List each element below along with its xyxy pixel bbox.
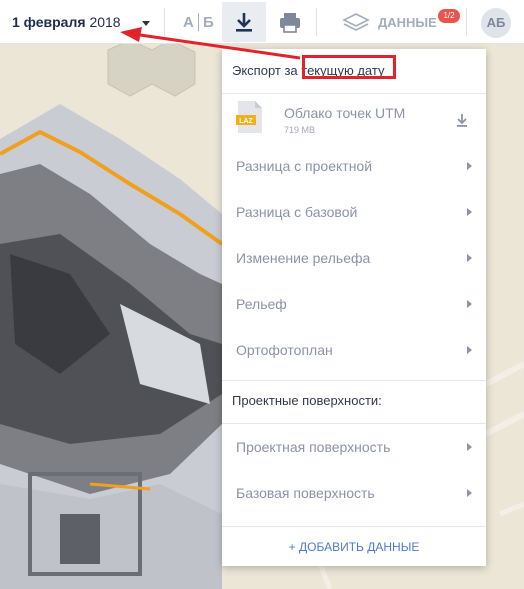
download-icon [457, 114, 467, 127]
menu-divider [222, 423, 486, 424]
menu-item-diff-project[interactable]: Разница с проектной [222, 147, 486, 185]
download-button[interactable] [222, 2, 266, 42]
download-icon [236, 13, 252, 32]
menu-item-label: Ортофотоплан [236, 342, 333, 358]
menu-item-label: Разница с базовой [236, 204, 358, 220]
user-avatar[interactable]: АБ [481, 8, 511, 38]
menu-item-relief-change[interactable]: Изменение рельефа [222, 239, 486, 277]
layers-icon [342, 13, 370, 31]
chevron-right-icon [467, 300, 472, 308]
current-date: 1 февраля 2018 [12, 14, 121, 30]
print-button[interactable] [270, 2, 310, 42]
laz-file-icon: LAZ [236, 101, 262, 133]
toolbar-divider [466, 8, 467, 36]
menu-divider [222, 526, 486, 527]
add-data-label: + ДОБАВИТЬ ДАННЫЕ [288, 540, 420, 554]
menu-item-relief[interactable]: Рельеф [222, 285, 486, 323]
compare-ab-button[interactable]: А Б [176, 8, 220, 36]
menu-item-label: Разница с проектной [236, 158, 373, 174]
project-surfaces-heading: Проектные поверхности: [232, 393, 382, 408]
export-dropdown: Экспорт за текущую дату LAZ Облако точек… [222, 49, 486, 566]
printer-icon [280, 13, 300, 33]
chevron-right-icon [467, 443, 472, 451]
laz-badge-text: LAZ [239, 118, 253, 125]
caret-down-icon [142, 21, 150, 26]
annotation-highlight-box [302, 55, 396, 79]
point-cloud-title: Облако точек UTM [284, 105, 406, 121]
point-cloud-size: 719 МВ [284, 125, 316, 135]
toolbar-divider [316, 8, 317, 36]
toolbar-divider [164, 8, 165, 36]
menu-divider [222, 93, 486, 94]
menu-item-base-surface[interactable]: Базовая поверхность [222, 474, 486, 512]
menu-item-label: Изменение рельефа [236, 250, 371, 266]
data-count-badge: 1/2 [438, 9, 460, 23]
compare-divider [198, 13, 199, 31]
chevron-right-icon [467, 208, 472, 216]
menu-item-label: Проектная поверхность [236, 439, 391, 455]
menu-item-diff-base[interactable]: Разница с базовой [222, 193, 486, 231]
data-layers-button[interactable]: ДАННЫЕ 1/2 [334, 2, 460, 42]
compare-a-label: А [183, 14, 194, 31]
chevron-right-icon [467, 162, 472, 170]
date-picker[interactable]: 1 февраля 2018 [0, 0, 160, 44]
menu-item-orthophoto[interactable]: Ортофотоплан [222, 331, 486, 369]
chevron-right-icon [467, 254, 472, 262]
menu-item-label: Рельеф [236, 296, 287, 312]
menu-item-project-surface[interactable]: Проектная поверхность [222, 428, 486, 466]
data-label: ДАННЫЕ [378, 15, 437, 30]
menu-item-label: Базовая поверхность [236, 485, 375, 501]
menu-divider [222, 380, 486, 381]
compare-b-label: Б [203, 14, 214, 31]
top-toolbar: 1 февраля 2018 А Б ДАННЫЕ 1/2 АБ [0, 0, 524, 44]
add-data-button[interactable]: + ДОБАВИТЬ ДАННЫЕ [222, 529, 486, 565]
chevron-right-icon [467, 489, 472, 497]
point-cloud-download[interactable]: LAZ Облако точек UTM 719 МВ [222, 95, 486, 143]
chevron-right-icon [467, 346, 472, 354]
